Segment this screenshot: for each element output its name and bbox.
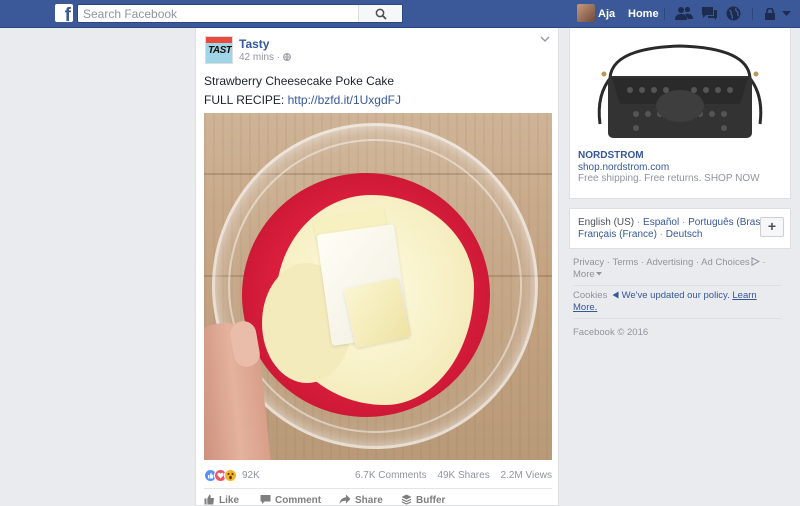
buffer-stack-icon xyxy=(401,494,412,505)
like-button[interactable]: Like xyxy=(204,494,239,506)
user-name: Aja xyxy=(598,8,616,20)
comment-label: Comment xyxy=(275,495,322,506)
share-label: Share xyxy=(355,495,383,506)
recipe-link[interactable]: http://bzfd.it/1UxgdFJ xyxy=(288,93,401,107)
search-button[interactable] xyxy=(358,5,402,22)
messages-icon[interactable] xyxy=(701,6,718,21)
search-icon xyxy=(375,8,387,20)
post-video[interactable] xyxy=(204,113,552,460)
arrow-left-icon xyxy=(612,291,619,299)
page-name-link[interactable]: Tasty xyxy=(239,37,269,51)
page-avatar[interactable]: TASTY xyxy=(205,36,233,64)
wow-reaction-icon[interactable] xyxy=(224,469,237,482)
language-deutsch[interactable]: Deutsch xyxy=(666,229,703,240)
language-row-1: English (US) · Español · Português (Bras… xyxy=(578,217,774,228)
comments-count[interactable]: 6.7K Comments xyxy=(355,470,427,481)
language-selector: English (US) · Español · Português (Bras… xyxy=(569,208,791,249)
cookies-link[interactable]: Cookies xyxy=(573,290,607,301)
globe-icon xyxy=(283,53,291,61)
advertising-link[interactable]: Advertising xyxy=(646,257,693,268)
language-row-2: Français (France) · Deutsch xyxy=(578,229,703,240)
share-arrow-icon xyxy=(339,494,351,504)
post-divider xyxy=(204,488,552,489)
more-link[interactable]: More xyxy=(573,269,595,280)
post-time: 42 mins xyxy=(239,52,275,63)
post-stats: 6.7K Comments 49K Shares 2.2M Views xyxy=(347,470,552,481)
nav-divider-2 xyxy=(752,8,753,20)
language-espanol[interactable]: Español xyxy=(643,217,679,228)
terms-link[interactable]: Terms xyxy=(612,257,638,268)
search-placeholder: Search Facebook xyxy=(83,7,178,21)
footer-divider-2 xyxy=(573,318,781,319)
facebook-logo[interactable]: f xyxy=(55,4,73,25)
footer-links: Privacy · Terms · Advertising · Ad Choic… xyxy=(573,256,766,280)
privacy-shortcuts-icon[interactable] xyxy=(764,8,776,20)
shares-count[interactable]: 49K Shares xyxy=(437,470,489,481)
views-count[interactable]: 2.2M Views xyxy=(500,470,552,481)
top-navigation-bar: f Search Facebook Aja Home xyxy=(0,0,800,28)
like-label: Like xyxy=(219,495,240,506)
sponsored-ad[interactable]: NORDSTROM shop.nordstrom.com Free shippi… xyxy=(569,28,791,199)
copyright: Facebook © 2016 xyxy=(573,327,649,338)
butter-block xyxy=(343,277,411,349)
ad-brand[interactable]: NORDSTROM xyxy=(578,150,644,161)
friend-requests-icon[interactable] xyxy=(675,6,693,21)
caret-down-icon xyxy=(595,272,602,276)
chevron-down-icon[interactable] xyxy=(782,11,791,17)
privacy-link[interactable]: Privacy xyxy=(573,257,604,268)
post-timestamp[interactable]: 42 mins · xyxy=(239,52,291,63)
ad-choices-icon xyxy=(751,256,760,267)
nav-divider xyxy=(664,8,665,20)
comment-button[interactable]: Comment xyxy=(260,494,321,506)
feed-post: TASTY Tasty 42 mins · Strawberry Cheesec… xyxy=(195,28,559,506)
reaction-count[interactable]: 92K xyxy=(242,470,260,481)
language-portugues[interactable]: Português (Brasil) xyxy=(688,217,768,228)
language-francais[interactable]: Français (France) xyxy=(578,229,657,240)
cookies-notice: Cookies We've updated our policy. Learn … xyxy=(573,290,783,314)
ad-description: Free shipping. Free returns. SHOP NOW xyxy=(578,173,760,184)
thumbs-up-icon xyxy=(204,494,214,505)
buffer-label: Buffer xyxy=(416,495,446,506)
comment-icon xyxy=(260,495,271,504)
home-link[interactable]: Home xyxy=(628,8,659,20)
avatar-stripe xyxy=(206,37,232,43)
post-options-chevron-icon[interactable] xyxy=(540,36,550,43)
recipe-prefix: FULL RECIPE: xyxy=(204,93,288,107)
post-title: Strawberry Cheesecake Poke Cake xyxy=(204,74,395,88)
footer-divider xyxy=(573,285,781,286)
buffer-button[interactable]: Buffer xyxy=(401,494,445,506)
handbag-image[interactable] xyxy=(590,34,770,142)
policy-update-text: We've updated our policy. xyxy=(621,290,730,301)
reactions-bar: 92K 6.7K Comments 49K Shares 2.2M Views xyxy=(204,468,552,484)
avatar xyxy=(577,4,595,22)
post-actions: Like Comment Share Buffer xyxy=(204,494,552,506)
ad-choices-link[interactable]: Ad Choices xyxy=(701,257,750,268)
search-input[interactable]: Search Facebook xyxy=(77,4,403,23)
notifications-globe-icon[interactable] xyxy=(726,6,741,21)
current-language: English (US) xyxy=(578,217,635,228)
ad-url[interactable]: shop.nordstrom.com xyxy=(578,162,669,173)
tasty-logo-text: TASTY xyxy=(208,45,232,56)
share-button[interactable]: Share xyxy=(339,494,383,506)
add-language-button[interactable]: + xyxy=(760,217,784,237)
post-recipe-line: FULL RECIPE: http://bzfd.it/1UxgdFJ xyxy=(204,93,401,107)
